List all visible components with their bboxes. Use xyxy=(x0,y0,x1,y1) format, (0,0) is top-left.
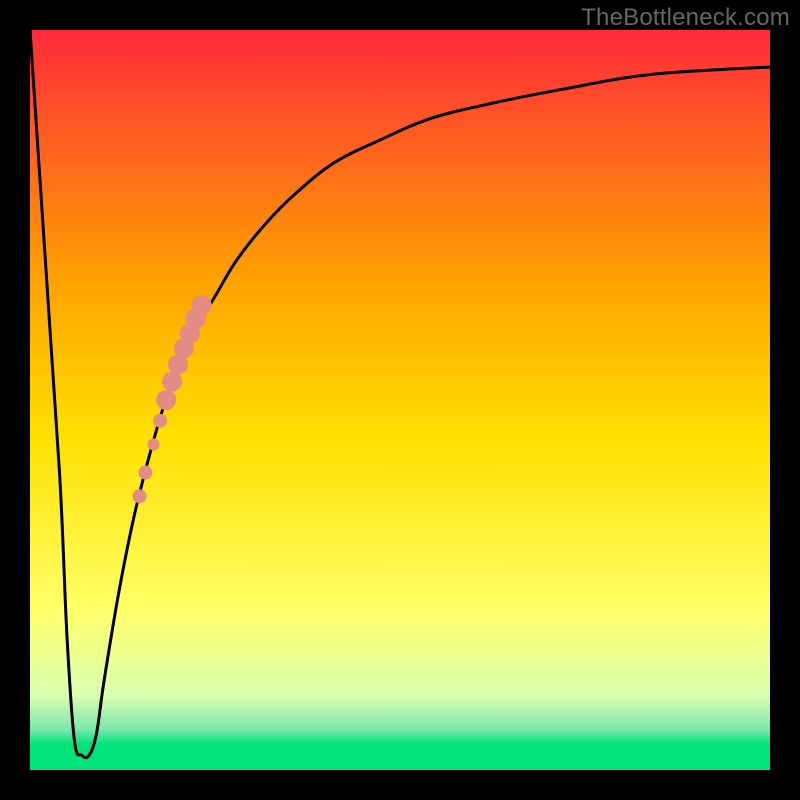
highlight-point xyxy=(153,414,167,428)
highlight-point xyxy=(162,372,182,392)
plot-area xyxy=(30,30,770,770)
gradient-background xyxy=(30,30,770,770)
watermark-text: TheBottleneck.com xyxy=(581,4,790,32)
highlight-point xyxy=(138,466,152,480)
highlight-point xyxy=(192,295,212,315)
highlight-point xyxy=(133,489,147,503)
highlight-point xyxy=(156,390,176,410)
chart-frame: TheBottleneck.com xyxy=(0,0,800,800)
highlight-point xyxy=(148,438,160,450)
plot-svg xyxy=(30,30,770,770)
